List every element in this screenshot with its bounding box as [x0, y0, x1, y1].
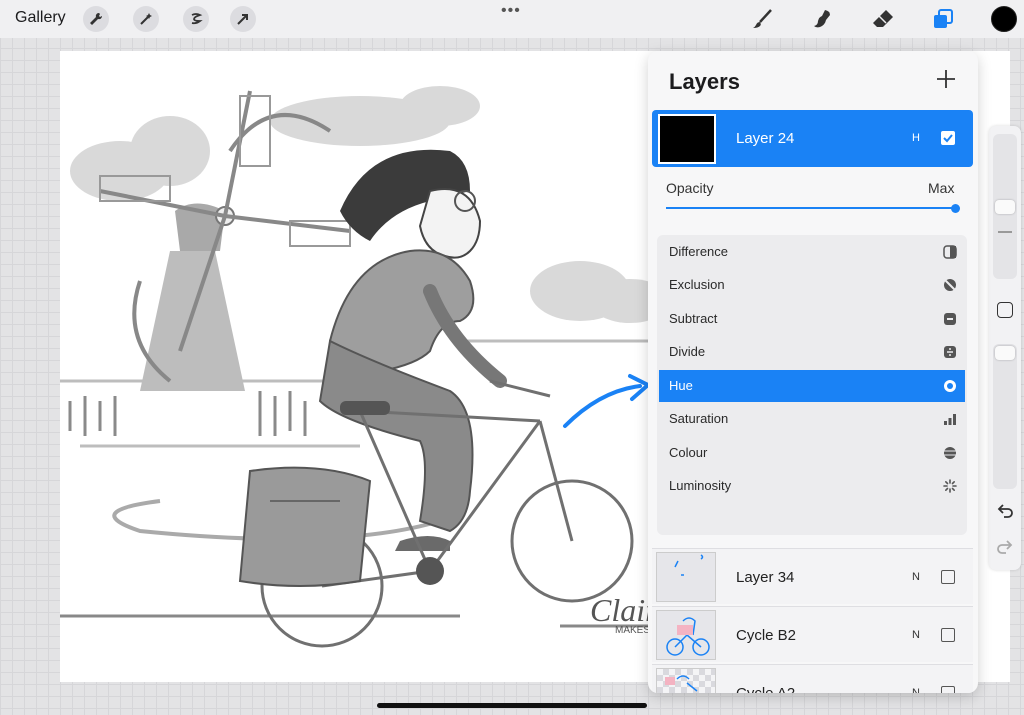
- blend-mode-label: Colour: [669, 445, 708, 460]
- layers-icon[interactable]: [930, 6, 956, 32]
- opacity-value: Max: [928, 180, 955, 196]
- gallery-button[interactable]: Gallery: [15, 9, 66, 27]
- layer-thumbnail: [656, 668, 716, 693]
- layer-name: Layer 24: [736, 130, 795, 147]
- top-toolbar: Gallery •••: [0, 0, 1024, 38]
- opacity-knob[interactable]: [995, 346, 1015, 360]
- difference-icon: [943, 245, 957, 259]
- brush-icon[interactable]: [750, 6, 776, 32]
- blend-mode-label: Subtract: [669, 311, 718, 326]
- layer-name: Layer 34: [736, 569, 795, 586]
- more-dots[interactable]: •••: [501, 2, 521, 20]
- blend-mode-button[interactable]: N: [912, 687, 920, 693]
- blend-mode-subtract[interactable]: Subtract: [659, 303, 965, 335]
- plus-icon[interactable]: [934, 67, 958, 91]
- blend-mode-button[interactable]: H: [912, 132, 920, 144]
- blend-mode-label: Luminosity: [669, 478, 732, 493]
- layer-name: Cycle A2: [736, 685, 795, 693]
- visibility-checkbox[interactable]: [941, 570, 955, 584]
- visibility-checkbox[interactable]: [941, 131, 955, 145]
- side-toolbar: [989, 126, 1021, 570]
- layer-thumbnail: [656, 552, 716, 602]
- visibility-checkbox[interactable]: [941, 686, 955, 693]
- exclusion-icon: [944, 279, 956, 291]
- saturation-icon: [944, 414, 956, 425]
- layer-thumbnail: [658, 114, 716, 164]
- opacity-knob[interactable]: [951, 204, 960, 213]
- blend-mode-button[interactable]: N: [912, 571, 920, 583]
- luminosity-icon: [943, 479, 957, 493]
- layer-thumbnail: [656, 610, 716, 660]
- blend-mode-label: Exclusion: [669, 277, 725, 292]
- visibility-checkbox[interactable]: [941, 628, 955, 642]
- subtract-icon: [944, 313, 956, 325]
- blend-mode-label: Hue: [669, 378, 693, 393]
- blend-mode-exclusion[interactable]: Exclusion: [659, 269, 965, 301]
- blend-mode-colour[interactable]: Colour: [659, 437, 965, 469]
- blend-mode-button[interactable]: N: [912, 629, 920, 641]
- smudge-icon[interactable]: [810, 6, 836, 32]
- active-layer-row[interactable]: Layer 24 H: [652, 110, 973, 167]
- eraser-icon[interactable]: [870, 6, 896, 32]
- layer-row[interactable]: Cycle B2 N: [652, 606, 973, 662]
- blend-mode-luminosity[interactable]: Luminosity: [659, 470, 965, 502]
- transform-arrow-icon[interactable]: [230, 6, 256, 32]
- brush-size-slider[interactable]: [993, 134, 1017, 279]
- divide-icon: [944, 346, 956, 358]
- divider: [998, 231, 1012, 233]
- selection-icon[interactable]: [183, 6, 209, 32]
- hue-icon: [944, 380, 956, 392]
- square-icon[interactable]: [997, 302, 1013, 318]
- blend-mode-label: Saturation: [669, 411, 729, 426]
- opacity-track[interactable]: [666, 207, 956, 209]
- wrench-icon[interactable]: [83, 6, 109, 32]
- layers-panel: Layers Layer 24 H Opacity Max Difference…: [648, 51, 978, 693]
- opacity-label: Opacity: [666, 180, 714, 196]
- layer-row[interactable]: Cycle A2 N: [652, 664, 973, 693]
- home-indicator[interactable]: [377, 703, 647, 708]
- colour-icon: [944, 447, 956, 459]
- undo-icon[interactable]: [996, 502, 1014, 525]
- redo-icon[interactable]: [996, 538, 1014, 561]
- blend-mode-hue[interactable]: Hue: [659, 370, 965, 402]
- blend-mode-difference[interactable]: Difference: [659, 236, 965, 268]
- blend-mode-list: Difference Exclusion Subtract Divide Hue…: [657, 235, 967, 535]
- color-swatch[interactable]: [991, 6, 1017, 32]
- blend-mode-label: Difference: [669, 244, 729, 259]
- blend-mode-saturation[interactable]: Saturation: [659, 403, 965, 435]
- brush-size-knob[interactable]: [995, 200, 1015, 214]
- blend-mode-divide[interactable]: Divide: [659, 336, 965, 368]
- layer-name: Cycle B2: [736, 627, 797, 644]
- magic-wand-icon[interactable]: [133, 6, 159, 32]
- panel-title: Layers: [669, 69, 740, 94]
- layer-row[interactable]: Layer 34 N: [652, 548, 973, 604]
- opacity-slider[interactable]: [993, 344, 1017, 489]
- blend-mode-label: Divide: [669, 344, 706, 359]
